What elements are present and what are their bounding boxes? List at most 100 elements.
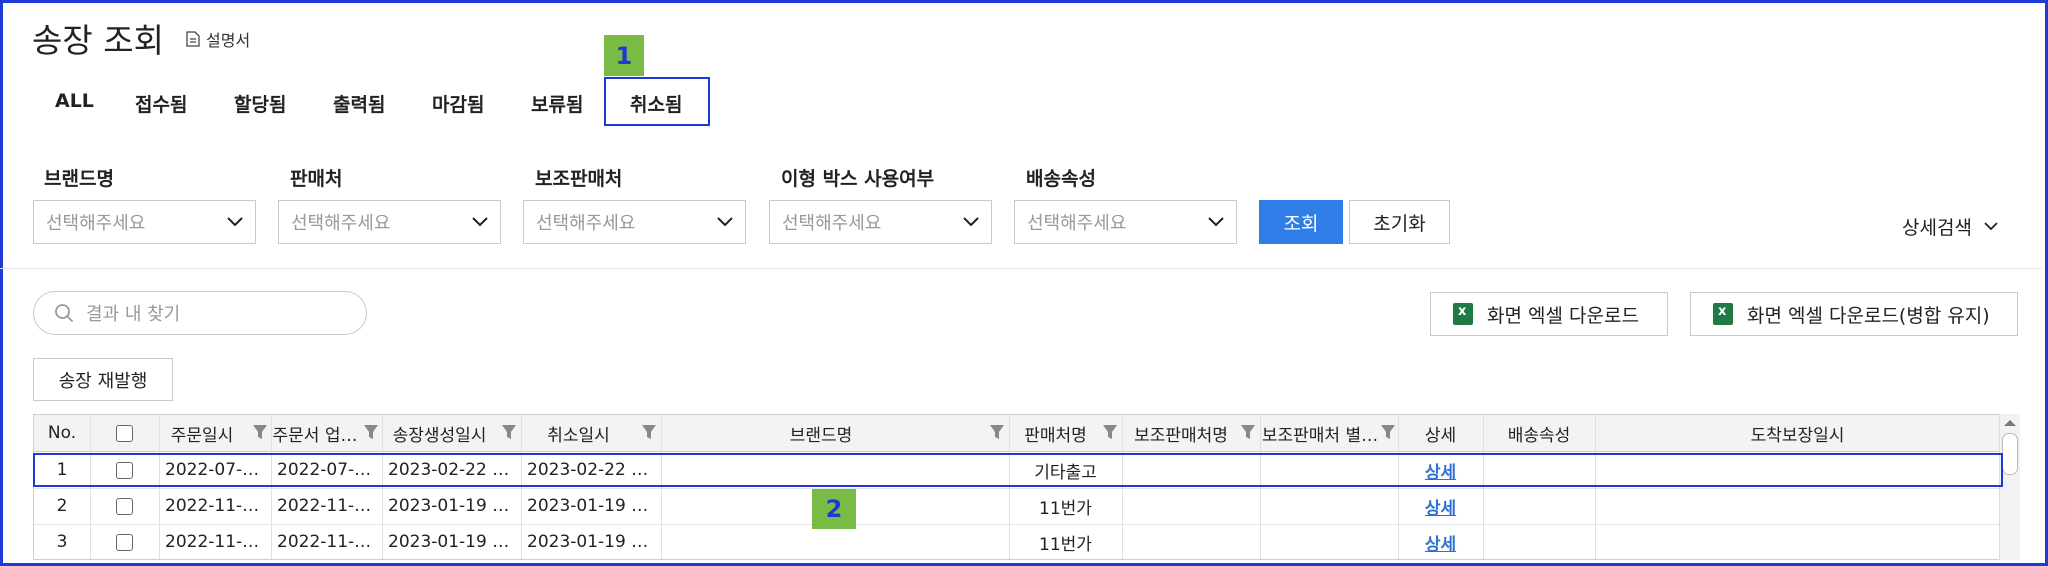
advanced-search-toggle[interactable]: 상세검색	[1902, 213, 1998, 240]
cell-invoice-created: 2023-01-19 …	[388, 532, 510, 552]
filter-funnel-icon[interactable]	[363, 424, 379, 441]
excel-download-merged-button[interactable]: 화면 엑셀 다운로드(병합 유지)	[1690, 292, 2018, 336]
page-title: 송장 조회	[32, 21, 164, 60]
chevron-down-icon	[227, 217, 243, 227]
excel-download-merged-label: 화면 엑셀 다운로드(병합 유지)	[1747, 304, 1990, 327]
tab-received[interactable]: 접수됨	[135, 90, 187, 117]
filter-funnel-icon[interactable]	[1102, 424, 1118, 441]
filter-funnel-icon[interactable]	[252, 424, 268, 441]
cell-no: 3	[56, 532, 68, 552]
cell-select	[90, 524, 159, 559]
shipping-attr-select[interactable]: 선택해주세요	[1014, 200, 1237, 244]
cell-order-date: 2022-11-…	[165, 496, 260, 516]
table-row[interactable]: 3 2022-11-… 2022-11-… 2023-01-19 … 2023-…	[34, 524, 1999, 559]
result-search-placeholder: 결과 내 찾기	[86, 304, 181, 325]
cell-order-date: 2022-11-…	[165, 532, 260, 552]
sub-seller-select[interactable]: 선택해주세요	[523, 200, 746, 244]
advanced-search-label: 상세검색	[1902, 217, 1972, 239]
header-sub-seller[interactable]: 보조판매처명	[1122, 415, 1240, 451]
search-button[interactable]: 조회	[1259, 200, 1343, 244]
filter-funnel-icon[interactable]	[989, 424, 1005, 441]
cell-no: 2	[56, 496, 68, 516]
manual-link[interactable]: 설명서	[186, 27, 250, 51]
row-highlight-box	[33, 453, 2003, 487]
seller-select-placeholder: 선택해주세요	[291, 213, 391, 234]
cell-sub-seller	[1122, 488, 1260, 524]
header-order-upload[interactable]: 주문서 업…	[271, 415, 359, 451]
header-cancel-date[interactable]: 취소일시	[521, 415, 636, 451]
filter-label-sub-seller: 보조판매처	[535, 168, 623, 190]
header-brand[interactable]: 브랜드명	[661, 415, 981, 451]
invoice-table: No. 주문일시 주문서 업… 송장생성일시 취소일시 브랜드명 판매처명 보조…	[33, 414, 1999, 560]
tab-on-hold[interactable]: 보류됨	[531, 90, 583, 117]
chevron-down-icon	[717, 217, 733, 227]
cell-arrival-guarantee	[1595, 488, 1999, 524]
excel-download-label: 화면 엑셀 다운로드	[1487, 304, 1639, 327]
cell-select	[90, 488, 159, 524]
cell-order-upload: 2022-11-…	[277, 532, 372, 552]
chevron-down-icon	[1984, 222, 1998, 231]
cell-cancel-date: 2023-01-19 …	[527, 532, 649, 552]
filter-funnel-icon[interactable]	[501, 424, 517, 441]
manual-label: 설명서	[206, 31, 251, 50]
excel-icon	[1453, 303, 1473, 325]
detail-link[interactable]: 상세	[1398, 488, 1483, 524]
marker-badge-2: 2	[812, 489, 856, 529]
brand-select[interactable]: 선택해주세요	[33, 200, 256, 244]
reissue-invoice-button[interactable]: 송장 재발행	[33, 358, 173, 401]
tab-all[interactable]: ALL	[55, 90, 94, 112]
filter-funnel-icon[interactable]	[641, 424, 657, 441]
chevron-down-icon	[472, 217, 488, 227]
irregular-box-select[interactable]: 선택해주세요	[769, 200, 992, 244]
filter-funnel-icon[interactable]	[1380, 424, 1396, 441]
reset-button[interactable]: 초기화	[1349, 200, 1450, 244]
tab-highlight-box	[604, 77, 710, 126]
cell-shipping-attr	[1483, 524, 1595, 559]
shipping-attr-select-placeholder: 선택해주세요	[1027, 213, 1127, 234]
cell-shipping-attr	[1483, 488, 1595, 524]
chevron-down-icon	[1208, 217, 1224, 227]
document-icon	[186, 31, 200, 47]
cell-sub-seller-alias	[1260, 488, 1398, 524]
marker-badge-1: 1	[604, 35, 644, 76]
excel-icon	[1713, 303, 1733, 325]
search-icon	[55, 304, 74, 323]
header-shipping-attr: 배송속성	[1507, 425, 1571, 446]
header-invoice-created[interactable]: 송장생성일시	[382, 415, 497, 451]
sub-seller-select-placeholder: 선택해주세요	[536, 213, 636, 234]
tab-closed[interactable]: 마감됨	[432, 90, 484, 117]
header-sub-seller-alias[interactable]: 보조판매처 별…	[1260, 415, 1380, 451]
tab-printed[interactable]: 출력됨	[333, 90, 385, 117]
filter-label-brand: 브랜드명	[44, 168, 114, 190]
row-checkbox[interactable]	[116, 533, 133, 551]
scroll-up-icon[interactable]	[2000, 416, 2020, 430]
table-row[interactable]: 2 2022-11-… 2022-11-… 2023-01-19 … 2023-…	[34, 488, 1999, 525]
tab-assigned[interactable]: 할당됨	[234, 90, 286, 117]
chevron-down-icon	[963, 217, 979, 227]
cell-cancel-date: 2023-01-19 …	[527, 496, 649, 516]
cell-arrival-guarantee	[1595, 524, 1999, 559]
filter-funnel-icon[interactable]	[1240, 424, 1256, 441]
header-arrival-guarantee: 도착보장일시	[1750, 425, 1845, 446]
scrollbar-thumb[interactable]	[2002, 433, 2018, 475]
header-select-all	[90, 415, 159, 451]
header-no: No.	[47, 423, 77, 443]
seller-select[interactable]: 선택해주세요	[278, 200, 501, 244]
section-divider	[0, 268, 2042, 269]
result-search-input[interactable]: 결과 내 찾기	[33, 291, 367, 335]
filter-label-irregular-box: 이형 박스 사용여부	[781, 168, 935, 190]
row-checkbox[interactable]	[116, 497, 133, 515]
header-order-date[interactable]: 주문일시	[159, 415, 245, 451]
header-seller[interactable]: 판매처명	[1009, 415, 1102, 451]
detail-link[interactable]: 상세	[1398, 524, 1483, 559]
irregular-box-select-placeholder: 선택해주세요	[782, 213, 882, 234]
cell-order-upload: 2022-11-…	[277, 496, 372, 516]
brand-select-placeholder: 선택해주세요	[46, 213, 146, 234]
filter-label-shipping-attr: 배송속성	[1026, 168, 1096, 190]
cell-brand	[661, 524, 1009, 559]
select-all-checkbox[interactable]	[116, 424, 133, 442]
cell-seller: 11번가	[1039, 534, 1092, 555]
filter-label-seller: 판매처	[290, 168, 343, 190]
header-detail: 상세	[1424, 425, 1457, 446]
excel-download-button[interactable]: 화면 엑셀 다운로드	[1430, 292, 1668, 336]
